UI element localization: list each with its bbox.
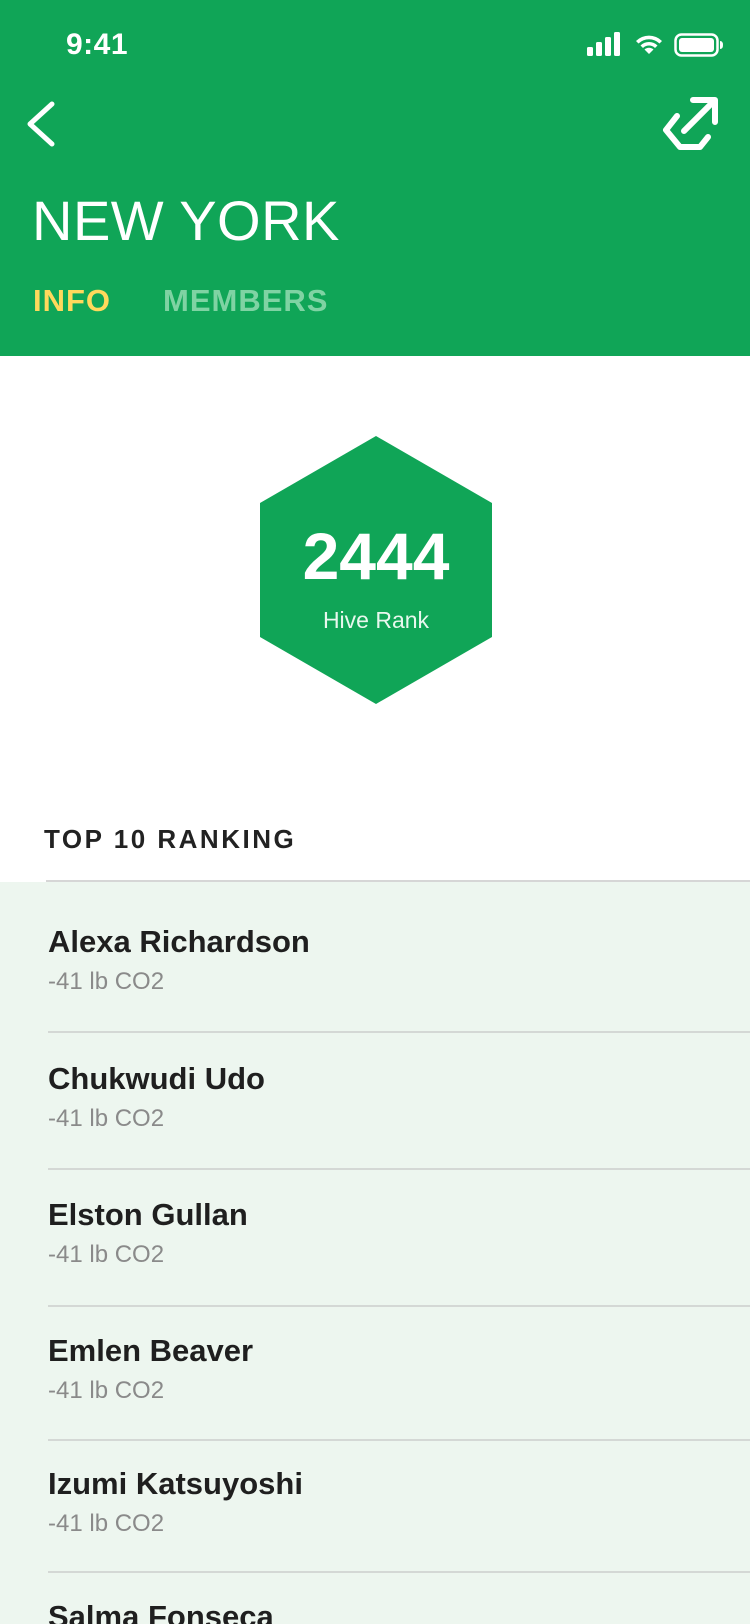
list-item[interactable]: Izumi Katsuyoshi -41 lb CO2 [0,1424,750,1573]
member-name: Izumi Katsuyoshi [48,1466,303,1501]
member-name: Salma Fonseca [48,1599,274,1624]
list-item[interactable]: Salma Fonseca [0,1557,750,1624]
list-item[interactable]: Alexa Richardson -41 lb CO2 [0,882,750,1033]
battery-icon [674,33,723,57]
status-time: 9:41 [66,28,129,61]
back-button[interactable] [22,96,62,152]
hive-rank-value: 2444 [302,519,450,593]
app-header: 9:41 NEW YORK INFO MEMBERS [0,0,750,356]
member-co2: -41 lb CO2 [48,1510,165,1537]
section-title: TOP 10 RANKING [44,824,297,854]
member-name: Alexa Richardson [48,924,310,959]
chevron-left-icon [27,101,55,147]
external-link-icon [663,97,718,150]
list-item[interactable]: Elston Gullan -41 lb CO2 [0,1155,750,1307]
tab-members[interactable]: MEMBERS [163,283,328,319]
member-co2: -41 lb CO2 [48,1241,165,1268]
cellular-signal-icon [587,32,620,56]
member-co2: -41 lb CO2 [48,1105,165,1132]
wifi-icon [636,35,662,54]
open-external-button[interactable] [660,94,720,154]
ranking-list: Alexa Richardson -41 lb CO2 Chukwudi Udo… [0,882,750,1624]
hive-rank-badge: 2444 Hive Rank [259,436,493,704]
list-item[interactable]: Emlen Beaver -41 lb CO2 [0,1291,750,1441]
member-co2: -41 lb CO2 [48,1377,165,1404]
member-name: Elston Gullan [48,1197,248,1232]
tab-info[interactable]: INFO [33,283,111,319]
member-name: Emlen Beaver [48,1333,254,1368]
page-title: NEW YORK [32,189,340,252]
member-name: Chukwudi Udo [48,1061,265,1096]
list-item[interactable]: Chukwudi Udo -41 lb CO2 [0,1019,750,1170]
member-co2: -41 lb CO2 [48,968,165,995]
hive-rank-label: Hive Rank [322,607,430,633]
